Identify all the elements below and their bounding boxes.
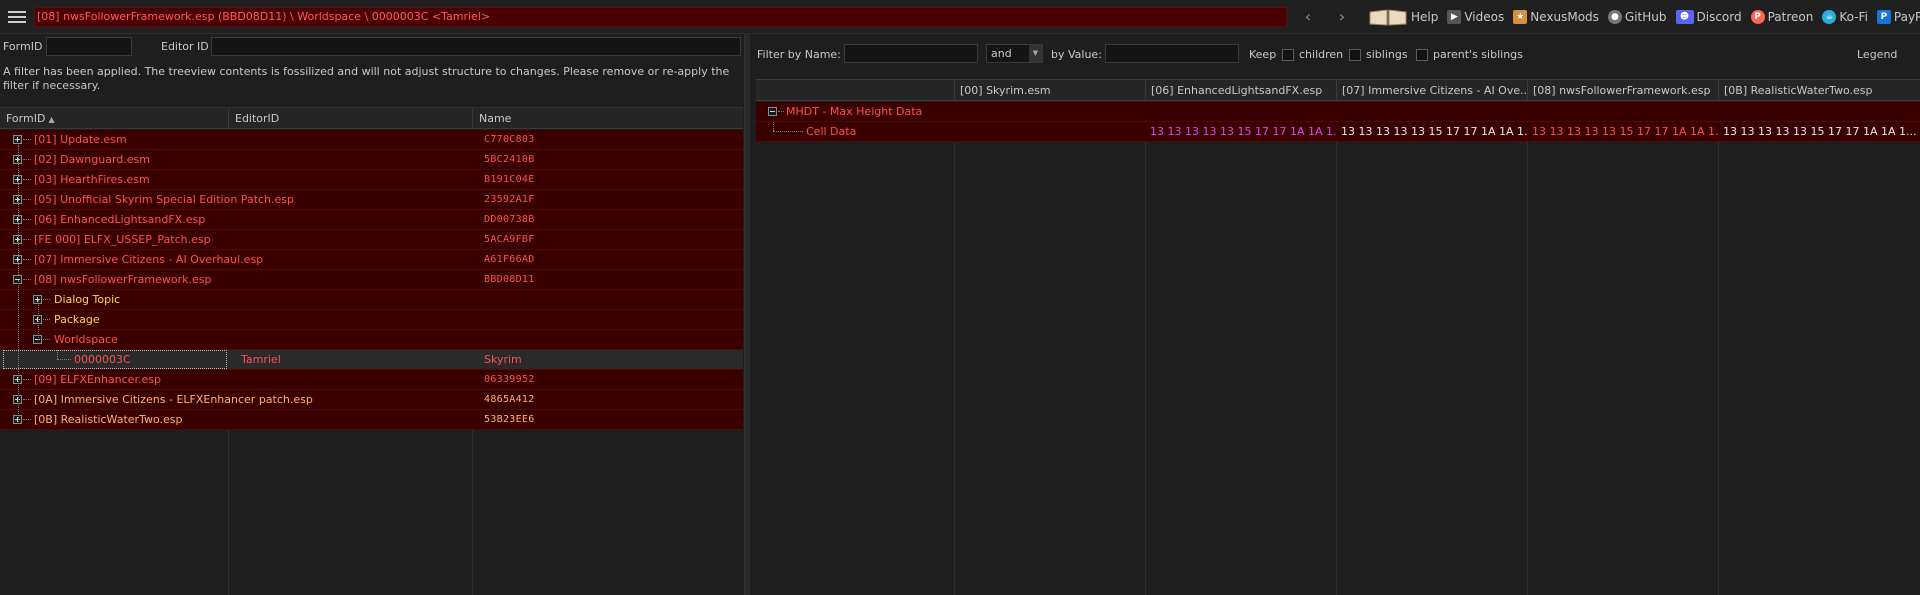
book-icon	[1369, 9, 1407, 26]
tree-row-elfx[interactable]: [06] EnhancedLightsandFX.esp DD00738B	[0, 210, 743, 230]
tree-row-realistic-water-two[interactable]: [0B] RealisticWaterTwo.esp 53B23EE6	[0, 410, 743, 430]
sort-ascending-icon: ▲	[48, 115, 55, 124]
tree-row-worldspace[interactable]: Worldspace	[0, 330, 743, 350]
expand-icon[interactable]	[13, 135, 22, 144]
paypal-link[interactable]: P PayPal	[1876, 10, 1920, 24]
grid-col-label[interactable]	[756, 80, 954, 101]
keep-label: Keep	[1249, 48, 1277, 61]
kofi-link[interactable]: ☕ Ko-Fi	[1822, 10, 1868, 24]
menu-icon[interactable]	[8, 11, 26, 24]
tree-row-tamriel-selected[interactable]: 0000003C Tamriel Skyrim	[0, 350, 743, 370]
tree-row-immersive-citizens[interactable]: [07] Immersive Citizens - AI Overhaul.es…	[0, 250, 743, 270]
grid-col-elfx[interactable]: [06] EnhancedLightsandFX.esp	[1145, 80, 1336, 101]
discord-icon: ☻	[1675, 10, 1694, 24]
tree-row-nws-follower-framework[interactable]: [08] nwsFollowerFramework.esp BBD08D11	[0, 270, 743, 290]
tree-row-update[interactable]: [01] Update.esm C770C803	[0, 130, 743, 150]
editorid-filter-input[interactable]	[211, 37, 741, 56]
tree-row-elfx-ussep-patch[interactable]: [FE 000] ELFX_USSEP_Patch.esp 5ACA9FBF	[0, 230, 743, 250]
paypal-icon: P	[1876, 10, 1891, 24]
github-link[interactable]: ● GitHub	[1607, 10, 1667, 24]
filter-by-value-input[interactable]	[1105, 44, 1239, 63]
tree-row-hearthfires[interactable]: [03] HearthFires.esm B191C04E	[0, 170, 743, 190]
column-header-name[interactable]: Name	[473, 108, 743, 129]
nexusmods-link[interactable]: ★ NexusMods	[1513, 10, 1599, 24]
nexusmods-icon: ★	[1513, 10, 1528, 24]
grid-col-nws[interactable]: [08] nwsFollowerFramework.esp	[1527, 80, 1718, 101]
tree-row-ussep[interactable]: [05] Unofficial Skyrim Special Edition P…	[0, 190, 743, 210]
grid-col-immersive-citizens[interactable]: [07] Immersive Citizens - AI Ove...	[1336, 80, 1527, 101]
record-tree: [01] Update.esm C770C803 [02] Dawnguard.…	[0, 130, 743, 595]
github-icon: ●	[1607, 10, 1622, 24]
tree-row-elfx-enhancer[interactable]: [09] ELFXEnhancer.esp 06339952	[0, 370, 743, 390]
tree-row-ic-elfx-patch[interactable]: [0A] Immersive Citizens - ELFXEnhancer p…	[0, 390, 743, 410]
tree-row-dialog-topic[interactable]: Dialog Topic	[0, 290, 743, 310]
help-label: Help	[1411, 10, 1439, 24]
tree-header: FormID ▲ EditorID Name	[0, 107, 743, 129]
record-grid: MHDT - Max Height Data Cell Data 13 13 1…	[756, 102, 1920, 595]
back-arrow-icon[interactable]: ‹	[1297, 7, 1319, 27]
tree-row-package[interactable]: Package	[0, 310, 743, 330]
github-label: GitHub	[1624, 10, 1667, 24]
help-link[interactable]: Help	[1368, 7, 1438, 27]
parents-siblings-label: parent's siblings	[1433, 48, 1523, 61]
keep-siblings-checkbox[interactable]	[1349, 49, 1361, 61]
filter-by-name-input[interactable]	[844, 44, 978, 63]
grid-row-mhdt[interactable]: MHDT - Max Height Data	[756, 102, 1920, 122]
grid-col-skyrim[interactable]: [00] Skyrim.esm	[954, 80, 1145, 101]
grid-row-cell-data[interactable]: Cell Data 13 13 13 13 13 15 17 17 1A 1A …	[756, 122, 1920, 142]
patreon-label: Patreon	[1767, 10, 1814, 24]
formid-filter-input[interactable]	[46, 37, 132, 56]
paypal-label: PayPal	[1893, 10, 1920, 24]
grid-col-realistic-water[interactable]: [0B] RealisticWaterTwo.esp	[1718, 80, 1920, 101]
record-path-field[interactable]: [08] nwsFollowerFramework.esp (BBD08D11)…	[34, 7, 1287, 27]
discord-link[interactable]: ☻ Discord	[1675, 10, 1742, 24]
siblings-label: siblings	[1366, 48, 1408, 61]
by-value-label: by Value:	[1051, 48, 1102, 61]
filter-operator-select[interactable]: and ▼	[986, 44, 1043, 63]
videos-link[interactable]: ▶ Videos	[1447, 10, 1504, 24]
videos-icon: ▶	[1447, 10, 1462, 24]
formid-filter-label: FormID	[3, 40, 43, 53]
editorid-filter-label: Editor ID	[161, 40, 209, 53]
collapse-icon[interactable]	[768, 107, 777, 116]
filter-by-name-label: Filter by Name:	[757, 48, 841, 61]
column-header-editorid[interactable]: EditorID	[229, 108, 473, 129]
tree-row-dawnguard[interactable]: [02] Dawnguard.esm 5BC2410B	[0, 150, 743, 170]
column-header-formid[interactable]: FormID ▲	[0, 108, 229, 129]
patreon-icon: P	[1750, 10, 1765, 24]
children-label: children	[1299, 48, 1344, 61]
filter-notice: A filter has been applied. The treeview …	[3, 65, 730, 92]
legend-button[interactable]: Legend	[1857, 48, 1897, 61]
top-bar: [08] nwsFollowerFramework.esp (BBD08D11)…	[0, 0, 1920, 34]
discord-label: Discord	[1696, 10, 1742, 24]
patreon-link[interactable]: P Patreon	[1750, 10, 1814, 24]
kofi-icon: ☕	[1822, 10, 1837, 24]
keep-children-checkbox[interactable]	[1282, 49, 1294, 61]
grid-header: [00] Skyrim.esm [06] EnhancedLightsandFX…	[756, 79, 1920, 101]
external-links: Help ▶ Videos ★ NexusMods ● GitHub ☻ Dis…	[1368, 7, 1920, 27]
forward-arrow-icon[interactable]: ›	[1331, 7, 1353, 27]
videos-label: Videos	[1464, 10, 1505, 24]
navigation-pane: FormID Editor ID A filter has been appli…	[0, 34, 745, 595]
nexusmods-label: NexusMods	[1530, 10, 1599, 24]
kofi-label: Ko-Fi	[1839, 10, 1868, 24]
view-pane: Filter by Name: and ▼ by Value: Keep chi…	[750, 34, 1920, 595]
chevron-down-icon: ▼	[1029, 45, 1042, 62]
keep-parents-siblings-checkbox[interactable]	[1416, 49, 1428, 61]
